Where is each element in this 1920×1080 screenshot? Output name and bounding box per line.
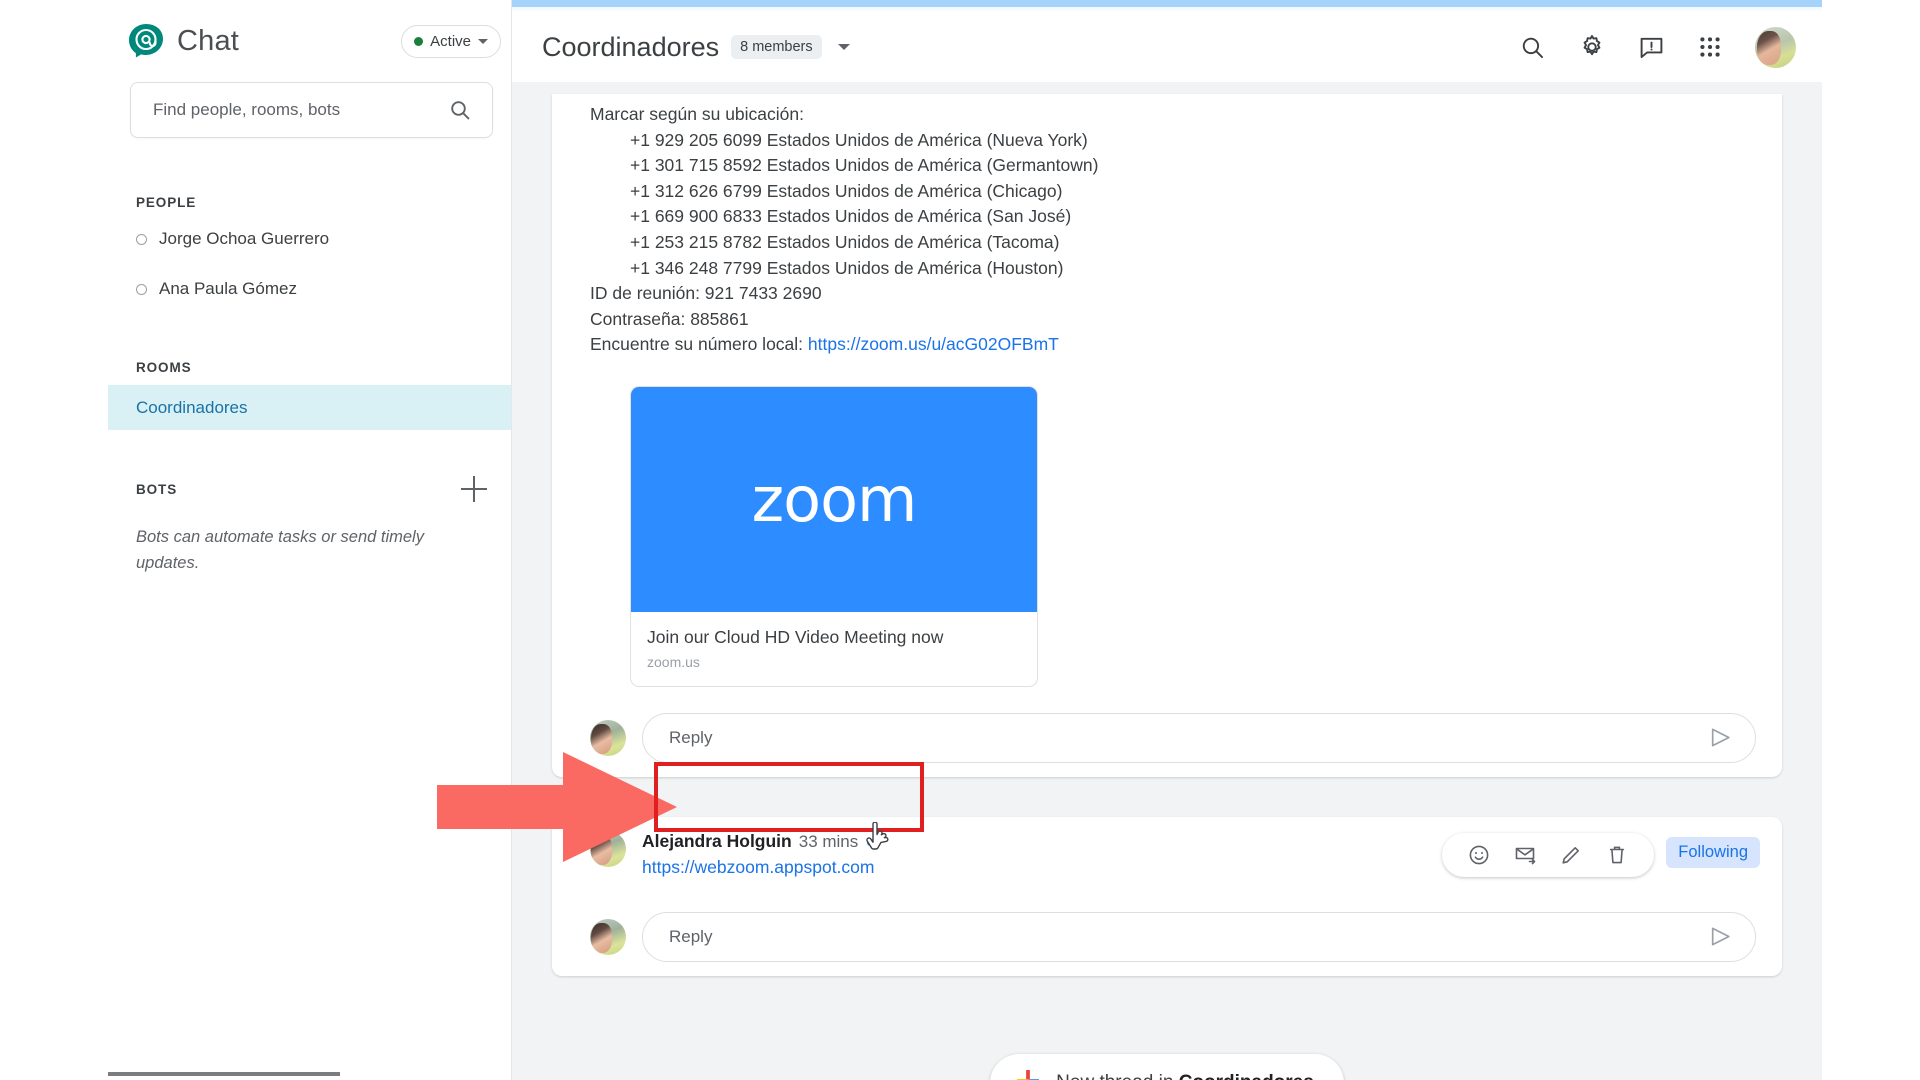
room-name: Coordinadores	[136, 397, 248, 417]
following-badge[interactable]: Following	[1666, 836, 1760, 868]
reply-placeholder: Reply	[669, 926, 713, 946]
new-thread-room: Coordinadores	[1179, 1072, 1314, 1080]
forward-to-inbox-icon[interactable]	[1502, 843, 1548, 867]
section-title-bots: BOTS	[136, 481, 178, 497]
person-name: Ana Paula Gómez	[159, 279, 297, 298]
link-preview-host: zoom.us	[647, 653, 700, 670]
search-placeholder: Find people, rooms, bots	[153, 100, 341, 119]
members-badge[interactable]: 8 members	[731, 35, 822, 59]
reply-row: Reply	[552, 911, 1782, 962]
avatar	[590, 918, 626, 955]
sidebar: Chat Active Find people, rooms, bots PEO…	[108, 0, 512, 1080]
msg-line-0: Marcar según su ubicación:	[590, 104, 804, 124]
send-icon[interactable]	[1708, 924, 1733, 949]
zoom-hero-image: zoom	[631, 386, 1037, 612]
search-icon[interactable]	[448, 98, 472, 122]
message-body: Marcar según su ubicación: +1 929 205 60…	[552, 102, 1782, 687]
section-header-bots: BOTS	[108, 476, 511, 502]
brand-row: Chat Active	[108, 0, 511, 82]
msg-line-3: +1 312 626 6799 Estados Unidos de Améric…	[630, 180, 1063, 201]
reply-input[interactable]: Reply	[642, 712, 1756, 763]
msg-line-6: +1 346 248 7799 Estados Unidos de Améric…	[630, 257, 1064, 278]
reply-input[interactable]: Reply	[642, 911, 1756, 962]
unread-dot-icon	[867, 839, 875, 847]
chevron-down-icon[interactable]	[837, 44, 850, 50]
thread-clipped-top	[552, 94, 1782, 102]
send-icon[interactable]	[1708, 725, 1733, 750]
bots-empty-note: Bots can automate tasks or send timely u…	[136, 528, 424, 572]
presence-dot-icon	[414, 36, 424, 46]
left-gutter	[0, 0, 108, 1080]
thread-list: Marcar según su ubicación: +1 929 205 60…	[512, 82, 1822, 1080]
message-author: Alejandra Holguin	[642, 830, 792, 851]
presence-circle-icon	[136, 233, 147, 245]
plus-multicolor-icon	[1014, 1067, 1042, 1080]
main-panel: Coordinadores 8 members Marcar según su …	[512, 12, 1822, 1080]
app-root: Chat Active Find people, rooms, bots PEO…	[0, 0, 1920, 1080]
link-preview-meta: Join our Cloud HD Video Meeting now zoom…	[631, 612, 1037, 686]
message-text: Marcar según su ubicación: +1 929 205 60…	[590, 102, 1752, 358]
presence-circle-icon	[136, 283, 147, 295]
reply-placeholder: Reply	[669, 727, 713, 747]
chat-at-bubble-icon	[126, 21, 166, 61]
msg-line-2: +1 301 715 8592 Estados Unidos de Améric…	[630, 155, 1099, 176]
sidebar-bottom-rule	[108, 1072, 340, 1076]
chevron-down-icon	[478, 38, 488, 44]
msg-line-5: +1 253 215 8782 Estados Unidos de Améric…	[630, 231, 1060, 252]
section-title-people: PEOPLE	[136, 195, 197, 210]
room-header: Coordinadores 8 members	[512, 12, 1822, 82]
gear-icon[interactable]	[1578, 33, 1606, 61]
msg-line-1: +1 929 205 6099 Estados Unidos de Améric…	[630, 129, 1088, 150]
sidebar-item-room-coordinadores[interactable]: Coordinadores	[108, 385, 511, 430]
avatar[interactable]	[1755, 26, 1796, 68]
thread-card-zoom-invite: Marcar según su ubicación: +1 929 205 60…	[552, 94, 1782, 777]
apps-grid-icon[interactable]	[1697, 34, 1723, 60]
presence-status-label: Active	[430, 32, 471, 50]
new-thread-button[interactable]: New thread in Coordinadores	[990, 1054, 1344, 1080]
header-actions	[1519, 26, 1796, 68]
local-number-line: Encuentre su número local: https://zoom.…	[590, 332, 1752, 358]
zoom-wordmark: zoom	[751, 462, 918, 536]
right-gutter	[1822, 0, 1920, 1080]
page-title: Coordinadores	[542, 31, 720, 62]
delete-trash-icon[interactable]	[1594, 843, 1640, 867]
presence-status-dropdown[interactable]: Active	[401, 24, 501, 58]
avatar	[590, 719, 626, 756]
plus-icon[interactable]	[461, 476, 487, 502]
link-preview-title: Join our Cloud HD Video Meeting now	[647, 626, 944, 647]
local-number-link[interactable]: https://zoom.us/u/acG02OFBmT	[808, 334, 1059, 354]
new-thread-wrap: New thread in Coordinadores	[512, 1054, 1822, 1080]
message-timestamp: 33 mins	[798, 831, 859, 851]
search-input[interactable]: Find people, rooms, bots	[130, 82, 493, 138]
thread-card-webzoom-link: Alejandra Holguin 33 mins https://webzoom…	[552, 816, 1782, 976]
add-reaction-icon[interactable]	[1456, 843, 1502, 867]
msg-line-4: +1 669 900 6833 Estados Unidos de Améric…	[630, 206, 1072, 227]
app-name: Chat	[177, 24, 240, 57]
reply-row: Reply	[552, 712, 1782, 763]
local-number-label: Encuentre su número local:	[590, 334, 804, 355]
meeting-password: Contraseña: 885861	[590, 308, 749, 329]
sidebar-item-person[interactable]: Ana Paula Gómez	[108, 268, 511, 310]
new-thread-prefix: New thread in	[1056, 1072, 1179, 1080]
section-title-rooms: ROOMS	[136, 360, 192, 375]
search-icon[interactable]	[1519, 34, 1546, 61]
browser-top-strip	[396, 0, 1920, 7]
avatar	[590, 830, 626, 867]
link-preview-card-zoom[interactable]: zoom Join our Cloud HD Video Meeting now…	[630, 385, 1038, 687]
message-hover-actions	[1442, 832, 1654, 877]
edit-pencil-icon[interactable]	[1548, 843, 1594, 867]
sidebar-item-person[interactable]: Jorge Ochoa Guerrero	[108, 218, 511, 260]
person-name: Jorge Ochoa Guerrero	[159, 229, 330, 248]
feedback-icon[interactable]	[1638, 34, 1665, 61]
new-thread-label: New thread in Coordinadores	[1056, 1072, 1314, 1080]
meeting-id: ID de reunión: 921 7433 2690	[590, 283, 822, 304]
